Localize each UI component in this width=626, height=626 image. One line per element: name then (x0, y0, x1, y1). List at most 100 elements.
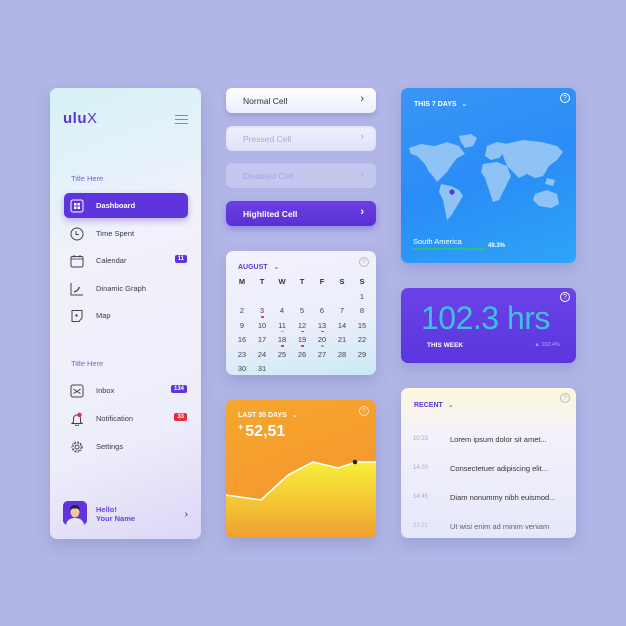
calendar-day[interactable]: 22 (352, 333, 372, 347)
sidebar-item-label: Dashboard (96, 201, 136, 210)
user-profile[interactable]: Hello! Your Name › (63, 501, 193, 527)
avatar (63, 501, 87, 525)
help-icon[interactable]: ? (560, 93, 570, 103)
cell-label: Pressed Cell (243, 133, 292, 144)
greeting-text: Hello! (96, 505, 117, 514)
event-marker (320, 345, 324, 347)
calendar-day[interactable]: 6 (312, 304, 332, 318)
help-icon[interactable]: ? (359, 257, 369, 267)
item-time: 14:45 (413, 494, 429, 500)
calendar-day[interactable]: 18 (272, 333, 292, 347)
calendar-day[interactable]: 21 (332, 333, 352, 347)
help-icon[interactable]: ? (359, 406, 369, 416)
day-number: 22 (357, 335, 367, 344)
sidebar-item-inbox[interactable]: Inbox 134 (64, 378, 188, 403)
area-chart (226, 459, 376, 538)
chevron-right-icon[interactable]: › (185, 509, 188, 520)
calendar-day[interactable]: 27 (312, 348, 332, 362)
calendar-day[interactable]: 31 (252, 362, 272, 375)
sidebar-item-label: Map (96, 311, 111, 320)
calendar-day[interactable]: 11 (272, 319, 292, 332)
period-selector[interactable]: LAST 30 DAYS ⌄ (238, 411, 298, 419)
normal-cell[interactable]: Normal Cell › (226, 88, 376, 113)
chevron-right-icon: › (360, 206, 364, 218)
hamburger-menu-icon[interactable] (175, 115, 188, 124)
event-marker (260, 316, 264, 318)
calendar-day[interactable]: 25 (272, 348, 292, 362)
day-number: 10 (257, 320, 267, 330)
weekday-header: T (259, 277, 265, 286)
weekday-header: W (278, 277, 286, 286)
sidebar-item-map[interactable]: Map (64, 303, 188, 328)
recent-item[interactable]: 14:20 Consectetuer adipiscing elit... (413, 464, 573, 476)
calendar-day[interactable]: 12 (292, 319, 312, 332)
calendar-day[interactable]: 29 (352, 348, 372, 362)
calendar-day[interactable]: 9 (232, 319, 252, 333)
day-number: 31 (257, 364, 267, 373)
dashboard-icon (70, 199, 84, 213)
sidebar-item-settings[interactable]: Settings (64, 434, 188, 459)
south-america (439, 184, 463, 220)
day-number: 1 (359, 291, 365, 301)
calendar-day[interactable]: 7 (332, 304, 352, 318)
region-name: South America (413, 237, 462, 246)
help-icon[interactable]: ? (560, 292, 570, 302)
calendar-day[interactable]: 5 (292, 304, 312, 318)
empty-day (292, 290, 312, 304)
period-selector[interactable]: THIS 7 DAYS ⌄ (414, 100, 467, 108)
weekday-header: S (339, 277, 345, 286)
highlighted-cell[interactable]: Highlited Cell › (226, 201, 376, 226)
day-number: 2 (239, 306, 245, 315)
calendar-day[interactable]: 2 (232, 304, 252, 318)
day-number: 12 (297, 320, 307, 330)
sidebar-item-dinamic-graph[interactable]: Dinamic Graph (64, 276, 188, 301)
calendar-day[interactable]: 10 (252, 319, 272, 333)
pressed-cell[interactable]: Pressed Cell › (226, 126, 376, 151)
calendar-day[interactable]: 26 (292, 348, 312, 362)
graph-icon (70, 282, 84, 296)
help-icon[interactable]: ? (560, 393, 570, 403)
day-number: 14 (337, 320, 347, 330)
calendar-day[interactable]: 19 (292, 333, 312, 347)
calendar-day[interactable]: 13 (312, 319, 332, 332)
calendar-day[interactable]: 20 (312, 333, 332, 347)
day-number: 20 (317, 335, 327, 344)
day-number: 21 (337, 335, 347, 344)
chevron-right-icon: › (360, 131, 364, 143)
calendar-day[interactable]: 4 (272, 304, 292, 318)
period-label: THIS 7 DAYS (414, 101, 457, 108)
calendar-day[interactable]: 15 (352, 319, 372, 333)
calendar-day[interactable]: 3 (252, 304, 272, 318)
sidebar-item-dashboard[interactable]: Dashboard (64, 193, 188, 218)
sidebar-item-calendar[interactable]: Calendar 11 (64, 248, 188, 273)
cell-label: Normal Cell (243, 95, 288, 106)
hours-card: ? 102.3 hrs THIS WEEK ▲ 102.4% (401, 288, 576, 363)
sidebar: uluX Title Here Dashboard Time Spent Cal… (50, 88, 201, 539)
calendar-day[interactable]: 24 (252, 348, 272, 362)
calendar-day[interactable]: 14 (332, 319, 352, 333)
calendar-day[interactable]: 28 (332, 348, 352, 362)
calendar-day[interactable]: 30 (232, 362, 252, 375)
weekday-header: F (319, 277, 325, 286)
recent-label: RECENT (414, 402, 443, 409)
recent-item[interactable]: 10:23 Lorem ipsum dolor sit amet... (413, 435, 573, 447)
chevron-right-icon: › (360, 93, 364, 105)
month-selector[interactable]: AUGUST ⌄ (238, 263, 279, 271)
recent-selector[interactable]: RECENT ⌄ (414, 401, 454, 409)
calendar-day[interactable]: 1 (352, 290, 372, 304)
recent-item[interactable]: 14:45 Diam nonummy nibh euismod... (413, 493, 573, 505)
section-title: Title Here (71, 174, 104, 183)
sidebar-item-notification[interactable]: Notification 33 (64, 406, 188, 431)
calendar-day[interactable]: 8 (352, 304, 372, 318)
recent-item[interactable]: 22:21 Ut wisi enim ad minim veniam (413, 522, 573, 534)
day-number: 5 (299, 306, 305, 315)
calendar-day[interactable]: 23 (232, 348, 252, 362)
calendar-day[interactable]: 17 (252, 333, 272, 347)
app-logo: uluX (63, 110, 98, 127)
calendar-day[interactable]: 16 (232, 333, 252, 347)
asia (503, 140, 563, 178)
gear-icon (70, 440, 84, 454)
day-number: 3 (259, 306, 265, 315)
sidebar-item-time-spent[interactable]: Time Spent (64, 221, 188, 246)
day-number: 26 (297, 349, 307, 359)
